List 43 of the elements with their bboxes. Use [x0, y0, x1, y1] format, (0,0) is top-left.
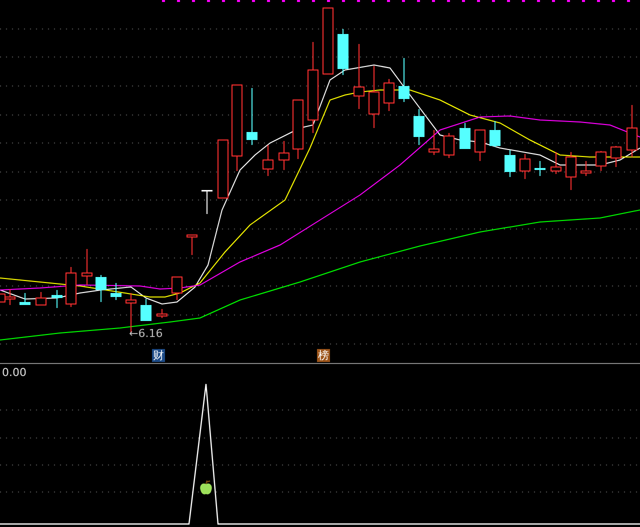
- candlestick: [460, 122, 470, 150]
- candlestick: [110, 282, 122, 300]
- candlestick: [96, 274, 106, 302]
- candlestick: [520, 154, 530, 180]
- candlestick: [474, 130, 486, 162]
- candlestick: [534, 160, 546, 176]
- apple-icon: [199, 480, 213, 496]
- candlestick: [504, 150, 516, 178]
- candlestick: [490, 120, 500, 148]
- axis-value-label: 0.00: [2, 366, 26, 379]
- candlestick: [66, 266, 76, 308]
- candlestick: [580, 160, 592, 176]
- candlestick: [626, 104, 638, 158]
- candlestick: [156, 308, 168, 318]
- candlestick: [354, 44, 364, 110]
- candlestick: [20, 292, 30, 306]
- candlestick: [172, 276, 182, 300]
- candlestick: [246, 88, 258, 146]
- candlestick: [36, 292, 46, 306]
- candlestick: [82, 248, 92, 286]
- candlestick: [262, 144, 274, 176]
- candlestick: [610, 146, 622, 168]
- candlestick: [52, 290, 62, 308]
- candlestick: [278, 140, 290, 170]
- candlestick: [202, 190, 212, 214]
- candlestick: [596, 150, 606, 172]
- low-price-label: ←6.16: [129, 327, 163, 340]
- event-badge[interactable]: 财: [152, 349, 165, 362]
- candlestick: [384, 78, 394, 112]
- candlestick: [428, 130, 440, 156]
- candlestick: [566, 152, 576, 190]
- candlestick: [550, 152, 562, 174]
- candlestick: [218, 140, 228, 198]
- candlestick: [338, 28, 348, 76]
- candlestick: [322, 8, 334, 74]
- candlestick: [186, 234, 198, 256]
- candlestick: [398, 58, 410, 102]
- candlestick: [292, 100, 304, 160]
- candlestick: [414, 108, 424, 146]
- event-badge[interactable]: 榜: [317, 349, 330, 362]
- candlestick: [368, 66, 380, 128]
- candlestick: [444, 132, 454, 158]
- candlestick: [140, 298, 152, 322]
